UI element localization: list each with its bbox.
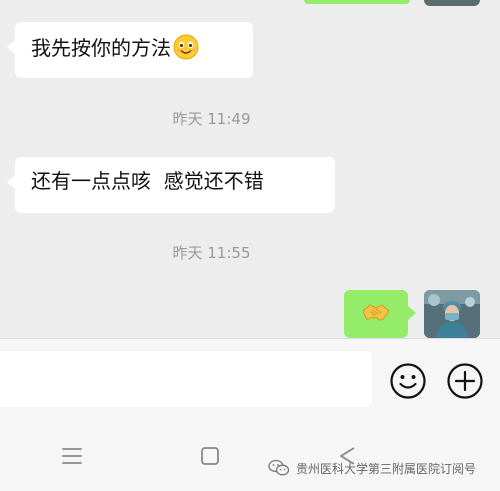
smiling-face-icon [173, 34, 199, 60]
message-bubble-received[interactable]: 还有一点点咳 感觉还不错 [7, 157, 335, 213]
message-input[interactable] [0, 351, 372, 407]
wechat-account-watermark: 贵州医科大学第三附属医院订阅号 [268, 456, 496, 480]
previous-self-avatar [424, 0, 480, 6]
message-bubble-received[interactable]: 我先按你的方法 [7, 22, 253, 78]
chat-input-bar [0, 338, 500, 418]
watermark-text: 贵州医科大学第三附属医院订阅号 [296, 461, 477, 476]
previous-self-bubble [304, 0, 410, 4]
plus-icon[interactable] [446, 362, 484, 400]
message-text: 我先按你的方法 [31, 36, 171, 60]
self-avatar[interactable] [424, 290, 480, 338]
timestamp: 昨天 11:55 [172, 244, 251, 262]
system-navigation-bar [0, 418, 500, 491]
timestamp: 昨天 11:49 [172, 110, 251, 128]
message-text: 还有一点点咳 感觉还不错 [31, 169, 264, 193]
smiley-face-icon[interactable] [389, 362, 427, 400]
wechat-icon [268, 459, 290, 476]
handshake-icon [361, 301, 391, 327]
message-bubble-sent[interactable] [344, 290, 416, 338]
menu-icon[interactable] [58, 442, 86, 470]
home-square-icon[interactable] [196, 442, 224, 470]
